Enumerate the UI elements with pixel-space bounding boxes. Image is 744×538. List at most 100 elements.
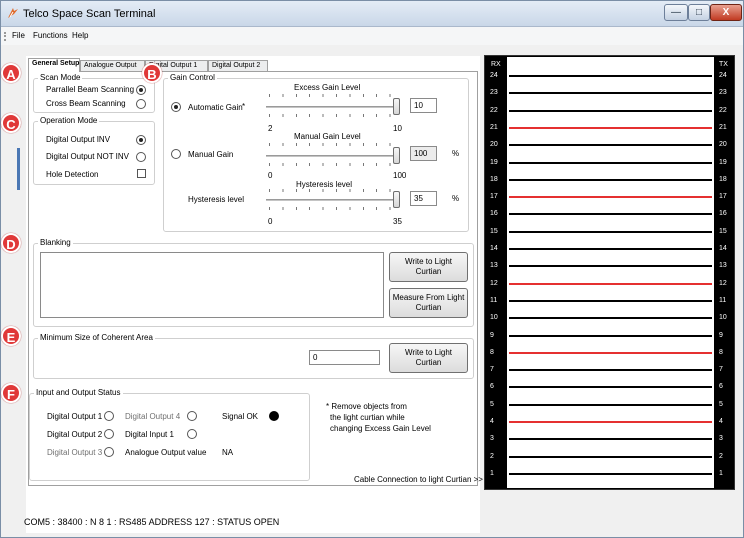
tx-beam-number: 13 [719,262,727,270]
tx-beam-number: 21 [719,123,727,131]
parallel-beam-label: Parrallel Beam Scanning [46,85,135,94]
tx-beam-number: 2 [719,452,723,460]
tab-general-setup[interactable]: General Setup [28,58,80,72]
rx-beam-number: 13 [490,262,498,270]
close-button[interactable]: X [710,4,742,21]
hysteresis-ticks-top [269,189,399,192]
tx-beam-number: 1 [719,469,723,477]
hole-detection-label: Hole Detection [46,170,99,179]
beam-1 [509,472,712,475]
marker-a: A [1,63,21,83]
marker-d: D [1,233,21,253]
manual-gain-ticks-top [269,143,399,146]
hysteresis-ticks-bottom [269,207,399,210]
beam-19 [509,161,712,164]
excess-gain-slider-thumb[interactable] [393,98,400,115]
rx-beam-number: 1 [490,469,494,477]
coherent-write-button[interactable]: Write to Light Curtian [389,343,468,373]
beam-4 [509,421,712,423]
manual-gain-track [266,155,399,157]
beam-12 [509,282,712,285]
tx-beam-number: 9 [719,331,723,339]
output-not-inv-label: Digital Output NOT INV [46,152,129,161]
output-inv-radio[interactable] [136,135,146,145]
menu-bar: File Functions Help [1,27,743,45]
excess-gain-track [266,106,399,108]
hysteresis-field[interactable]: 35 [410,191,437,206]
rx-label: RX [491,61,501,68]
operation-mode-title: Operation Mode [38,116,100,125]
analogue-output-value: NA [222,448,234,457]
beam-16 [509,213,712,216]
cross-beam-label: Cross Beam Scanning [46,99,126,108]
hysteresis-slider-thumb[interactable] [393,191,400,208]
tx-beam-number: 23 [719,89,727,97]
rx-beam-number: 7 [490,366,494,374]
minimize-button[interactable]: — [664,4,688,21]
do4-indicator [187,411,197,421]
menu-help[interactable]: Help [72,31,88,40]
menu-functions[interactable]: Functions [33,31,68,40]
menu-file[interactable]: File [12,31,25,40]
title-bar[interactable]: Telco Space Scan Terminal — □ X [1,1,743,27]
output-not-inv-radio[interactable] [136,152,146,162]
manual-gain-label: Manual Gain [188,150,234,159]
rx-beam-number: 4 [490,418,494,425]
manual-gain-unit: % [452,149,460,158]
parallel-beam-radio[interactable] [136,85,146,95]
blanking-measure-button[interactable]: Measure From Light Curtian [389,288,468,318]
beam-8 [509,351,712,354]
automatic-gain-radio[interactable] [171,102,181,112]
manual-gain-max: 100 [393,171,407,180]
manual-gain-radio[interactable] [171,149,181,159]
rx-beam-number: 12 [490,279,498,287]
manual-gain-field[interactable]: 100 [410,146,437,161]
rx-beam-number: 15 [490,227,498,235]
left-scroll-thumb[interactable] [17,148,20,190]
marker-e: E [1,326,21,346]
window-title: Telco Space Scan Terminal [23,8,156,20]
tx-beam-number: 17 [719,193,727,201]
output-inv-label: Digital Output INV [46,135,111,144]
excess-gain-ticks-top [269,94,399,97]
manual-gain-min: 0 [268,171,273,180]
beam-22 [509,109,712,112]
rx-beam-number: 3 [490,435,494,443]
gain-control-title: Gain Control [168,73,217,82]
hole-detection-checkbox[interactable] [137,169,146,178]
tx-beam-number: 8 [719,348,723,356]
cable-connection-label: Cable Connection to light Curtian >> [354,475,483,484]
coherent-area-field[interactable]: 0 [309,350,380,365]
automatic-gain-asterisk: * [242,102,246,111]
excess-gain-field[interactable]: 10 [410,98,437,113]
di1-label: Digital Input 1 [125,430,174,439]
beam-13 [509,265,712,268]
status-bar: COM5 : 38400 : N 8 1 : RS485 ADDRESS 127… [24,517,280,527]
note-line-2: the light curtian while [330,413,405,422]
rx-beam-number: 8 [490,348,494,356]
blanking-write-button[interactable]: Write to Light Curtian [389,252,468,282]
hysteresis-min: 0 [268,217,273,226]
tx-beam-number: 22 [719,106,727,114]
tx-beam-number: 3 [719,435,723,443]
rx-beam-number: 11 [490,296,498,304]
coherent-area-title: Minimum Size of Coherent Area [38,333,155,342]
hysteresis-label: Hysteresis level [188,195,245,204]
tx-beam-number: 15 [719,227,727,235]
do4-label: Digital Output 4 [125,412,181,421]
marker-f: F [1,383,21,403]
beam-14 [509,248,712,250]
maximize-button[interactable]: □ [688,4,710,21]
rx-beam-number: 21 [490,123,498,131]
manual-gain-slider-thumb[interactable] [393,147,400,164]
tx-beam-number: 5 [719,400,723,408]
beam-3 [509,438,712,441]
manual-gain-heading: Manual Gain Level [294,132,361,141]
marker-c: C [1,113,21,133]
beam-15 [509,230,712,233]
blanking-textarea[interactable] [40,252,384,318]
do2-label: Digital Output 2 [47,430,103,439]
tx-label: TX [719,61,728,68]
manual-gain-ticks-bottom [269,163,399,166]
cross-beam-radio[interactable] [136,99,146,109]
